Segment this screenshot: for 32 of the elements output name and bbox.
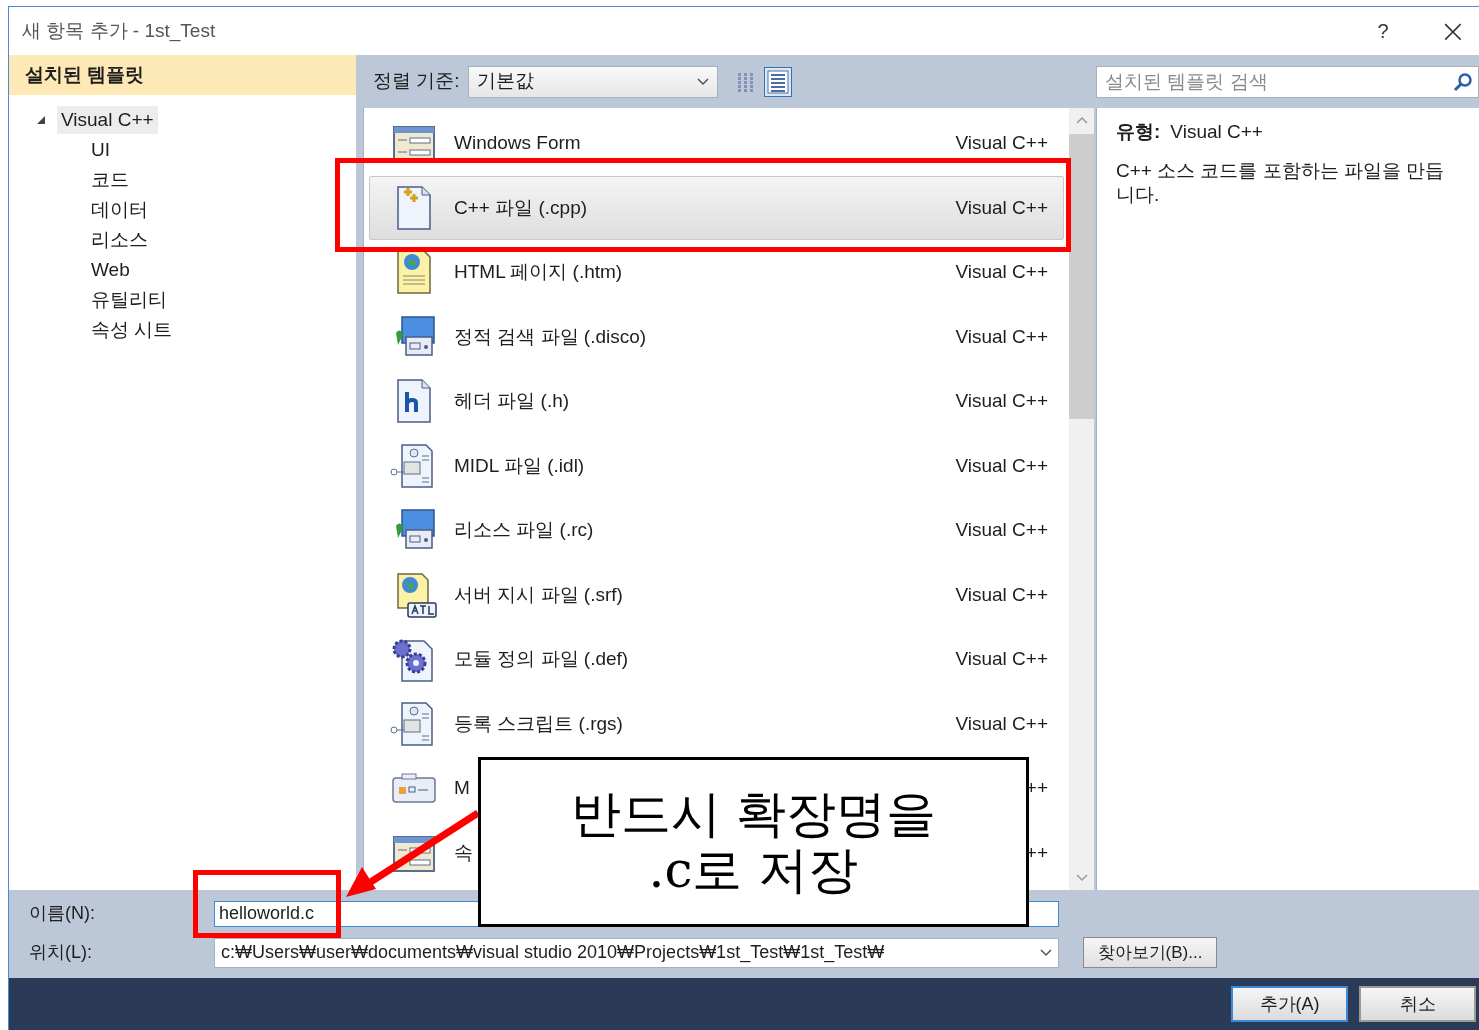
template-type: Visual C++ [955, 518, 1048, 542]
template-name: 등록 스크립트 (.rgs) [454, 711, 623, 736]
template-type: Visual C++ [955, 324, 1048, 349]
template-name: 모듈 정의 파일 (.def) [454, 647, 629, 671]
location-label: 위치(L): [28, 941, 93, 964]
template-name: 서버 지시 파일 (.srf) [454, 582, 623, 607]
template-type: Visual C++ [955, 195, 1048, 220]
window-title: 새 항목 추가 - 1st_Test [22, 18, 216, 44]
template-name: 헤더 파일 (.h) [454, 389, 570, 413]
template-name: 정적 검색 파일 (.disco) [454, 324, 647, 349]
callout-text: 반드시 확장명을 [570, 786, 937, 842]
type-value: Visual C++ [1170, 120, 1263, 144]
template-name: 속 [454, 840, 473, 865]
sidebar-header: 설치된 템플릿 [9, 55, 356, 95]
template-name: MIDL 파일 (.idl) [454, 453, 585, 478]
template-name: HTML 페이지 (.htm) [454, 260, 623, 284]
template-type: Visual C++ [955, 647, 1048, 671]
template-type: Visual C++ [955, 453, 1048, 478]
template-type: Visual C++ [955, 711, 1048, 736]
template-type: Visual C++ [955, 389, 1048, 413]
template-type: Visual C++ [955, 131, 1048, 155]
template-name: Windows Form [454, 131, 581, 155]
template-type: Visual C++ [955, 582, 1048, 607]
template-type: Visual C++ [955, 260, 1048, 284]
sort-label: 정렬 기준: [373, 69, 460, 94]
template-name: 리소스 파일 (.rc) [454, 518, 594, 542]
template-name: C++ 파일 (.cpp) [454, 195, 588, 220]
name-label: 이름(N): [28, 902, 96, 925]
type-label: 유형: [1116, 120, 1161, 144]
template-description: C++ 소스 코드를 포함하는 파일을 만듭니다. [1116, 158, 1446, 207]
template-name: M [454, 776, 470, 800]
callout-text: .c로 저장 [648, 842, 859, 898]
